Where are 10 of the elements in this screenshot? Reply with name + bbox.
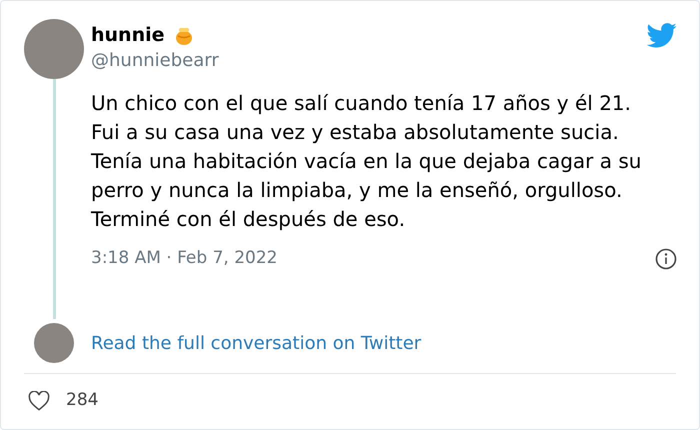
- tweet-text: Un chico con el que salí cuando tenía 17 años y él 21. Fui a su casa una vez y estaba absolutamente sucia. Tenía una habitación vacía en la que dejaba cagar a su perro y nunca la limpiaba, y me la enseñó, orgulloso. Terminé con él después de eso.: [91, 90, 642, 233]
- small-avatar: [34, 323, 74, 363]
- author-handle[interactable]: @hunniebearr: [91, 47, 219, 75]
- author-name[interactable]: hunnie: [91, 23, 165, 47]
- heart-icon[interactable]: [28, 390, 50, 411]
- like-count: 284: [66, 389, 98, 412]
- timestamp[interactable]: 3:18 AM · Feb 7, 2022: [91, 246, 278, 272]
- bird-logo-icon[interactable]: [647, 23, 677, 48]
- conversation-link[interactable]: Read the full conversation on Twitter: [91, 330, 422, 356]
- info-icon[interactable]: [655, 248, 677, 270]
